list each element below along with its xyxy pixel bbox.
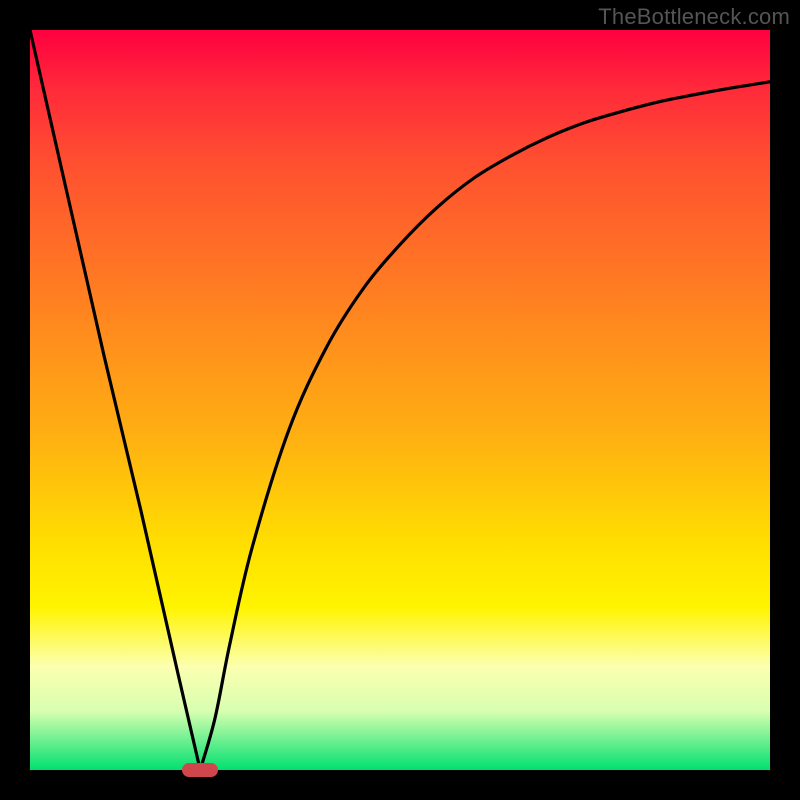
attribution-label: TheBottleneck.com [598,4,790,30]
curve-layer [30,30,770,770]
bottleneck-curve [30,30,770,770]
plot-area [30,30,770,770]
chart-frame: TheBottleneck.com [0,0,800,800]
minimum-marker [182,763,218,777]
